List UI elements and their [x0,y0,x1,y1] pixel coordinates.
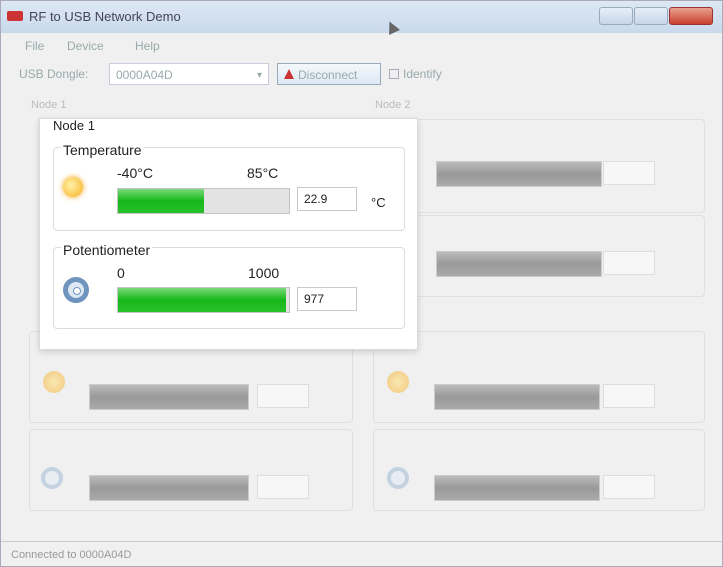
temperature-max: 85°C [247,165,279,181]
node3-temp-field [257,384,309,408]
node3-gear-icon [41,467,63,489]
window-title: RF to USB Network Demo [29,9,181,24]
node3-sun-icon [43,371,65,393]
node2-temp-bar [436,161,602,187]
menu-help[interactable]: Help [135,39,160,53]
title-bar[interactable]: RF to USB Network Demo [1,1,722,33]
eject-icon [284,69,294,79]
node4-temp-bar [434,384,600,410]
node4-sun-icon [387,371,409,393]
potentiometer-value-field[interactable]: 977 [297,287,357,311]
node4-pot-bar [434,475,600,501]
app-window: RF to USB Network Demo File Device Help … [0,0,723,567]
identify-icon [389,69,399,79]
node2-temp-field [603,161,655,185]
potentiometer-min: 0 [117,265,125,281]
minimize-button[interactable] [599,7,633,25]
temperature-min: -40°C [117,165,153,181]
temperature-label: Temperature [61,142,144,158]
node2-pot-bar [436,251,602,277]
sun-icon [59,173,87,201]
dropdown-arrow-icon: ▾ [256,70,262,81]
menu-device[interactable]: Device [67,39,104,53]
maximize-button[interactable] [634,7,668,25]
temperature-unit: °C [371,195,386,210]
potentiometer-max: 1000 [248,265,280,281]
gear-icon [63,277,89,303]
identify-label: Identify [403,67,442,81]
potentiometer-bar [117,287,290,313]
disconnect-label: Disconnect [298,68,358,82]
toolbar: USB Dongle: 0000A04D ▾ Disconnect Identi… [1,59,722,89]
close-button[interactable] [669,7,713,25]
node1-title: Node 1 [53,118,95,133]
dongle-select[interactable]: 0000A04D ▾ [109,63,269,85]
node3-temp-bar [89,384,249,410]
menu-file[interactable]: File [25,39,44,53]
potentiometer-bar-fill [118,288,286,312]
node4-temp-field [603,384,655,408]
node3-pot-field [257,475,309,499]
dongle-value: 0000A04D [116,68,173,82]
app-icon [7,11,23,21]
node2-pot-field [603,251,655,275]
temperature-bar [117,188,290,214]
temperature-bar-fill [118,189,204,213]
potentiometer-label: Potentiometer [61,242,153,258]
disconnect-button[interactable]: Disconnect [277,63,381,85]
dongle-label: USB Dongle: [19,67,89,81]
menu-bar: File Device Help [1,35,722,57]
node3-pot-bar [89,475,249,501]
node2-bg-label: Node 2 [375,99,411,111]
identify-button[interactable]: Identify [389,67,442,81]
node4-gear-icon [387,467,409,489]
status-bar: Connected to 0000A04D [1,541,722,567]
temperature-value-field[interactable]: 22.9 [297,187,357,211]
node4-pot-field [603,475,655,499]
status-text: Connected to 0000A04D [11,549,132,561]
node1-bg-label: Node 1 [31,99,67,111]
